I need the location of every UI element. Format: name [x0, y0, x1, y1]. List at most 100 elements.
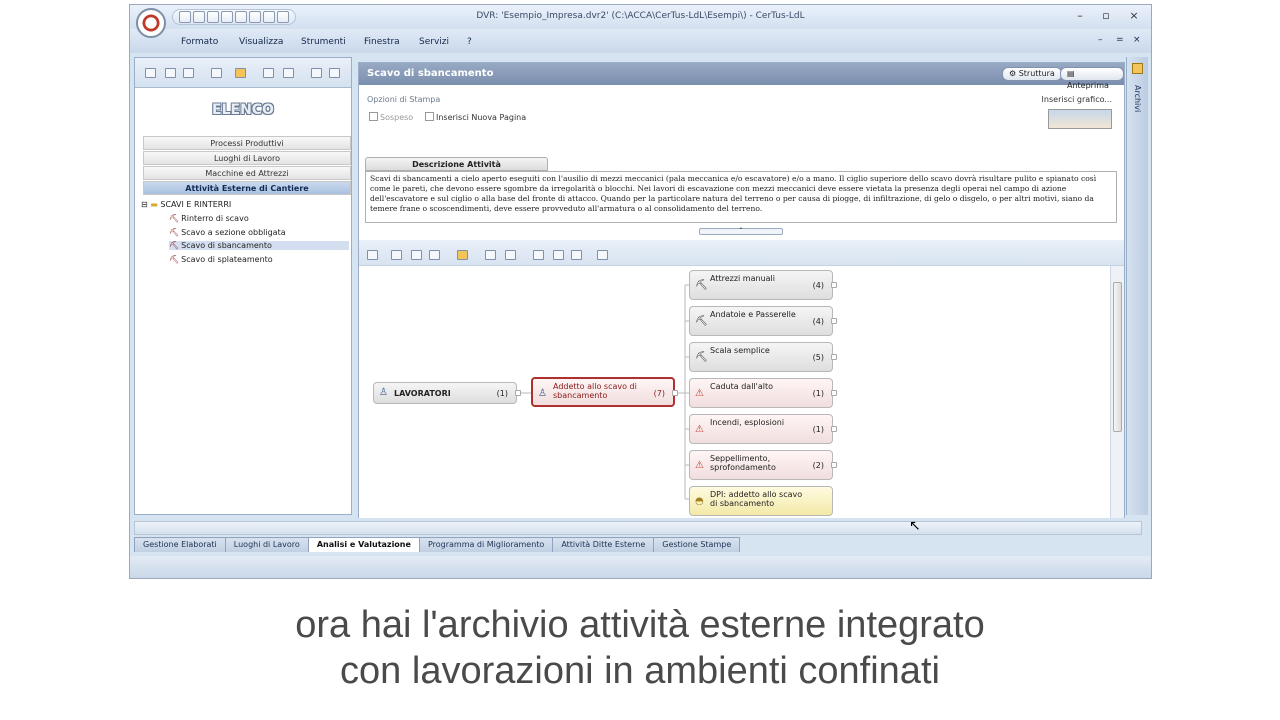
elenco-heading: ELENCO — [212, 102, 274, 118]
close-button[interactable]: × — [1126, 9, 1142, 22]
warning-icon: ⚠ — [695, 424, 704, 435]
anteprima-label: Anteprima — [1067, 81, 1109, 90]
expand-pin[interactable] — [831, 462, 837, 468]
add-node-icon[interactable] — [391, 250, 402, 260]
tree-root[interactable]: ⊟ ▬ SCAVI E RINTERRI — [141, 200, 231, 209]
options-label: Opzioni di Stampa — [367, 95, 441, 104]
node-scala-semplice[interactable]: ⛏ Scala semplice (5) — [689, 342, 837, 372]
tab-analisi-valutazione[interactable]: Analisi e Valutazione — [307, 537, 420, 552]
archivi-strip[interactable]: Archivi — [1126, 57, 1148, 515]
node-caduta-dall-alto[interactable]: ⚠ Caduta dall'alto (1) — [689, 378, 837, 408]
tree-item-scavo-sezione[interactable]: ⛏ Scavo a sezione obbligata — [169, 228, 286, 237]
tools-icon[interactable] — [367, 250, 378, 260]
menu-strumenti[interactable]: Strumenti — [301, 37, 346, 47]
expand-pin[interactable] — [672, 390, 678, 396]
tab-luoghi-di-lavoro[interactable]: Luoghi di Lavoro — [224, 537, 309, 552]
mdi-close-icon[interactable]: × — [1133, 35, 1141, 45]
collapse-icon[interactable] — [553, 250, 564, 260]
move-down-icon[interactable] — [505, 250, 516, 260]
risk-graph: ♙ LAVORATORI (1) ♙ Addetto allo scavo di… — [359, 266, 1111, 518]
nuova-pagina-label: Inserisci Nuova Pagina — [436, 113, 527, 122]
description-textarea[interactable]: Scavi di sbancamenti a cielo aperto eseg… — [365, 171, 1117, 223]
node-attrezzi-manuali[interactable]: ⛏ Attrezzi manuali (4) — [689, 270, 837, 300]
tree-item-scavo-sbancamento[interactable]: ⛏ Scavo di sbancamento — [169, 241, 349, 250]
bottom-tabs: Gestione Elaborati Luoghi di Lavoro Anal… — [134, 537, 741, 553]
graphic-thumbnail[interactable] — [1048, 109, 1112, 129]
delete-icon[interactable] — [183, 68, 194, 78]
tree-item-label: Rinterro di scavo — [181, 214, 249, 223]
node-incendi-esplosioni[interactable]: ⚠ Incendi, esplosioni (1) — [689, 414, 837, 444]
node-lavoratori[interactable]: ♙ LAVORATORI (1) — [373, 382, 521, 404]
expand-pin[interactable] — [515, 390, 521, 396]
application-window: DVR: 'Esempio_Impresa.dvr2' (C:\ACCA\Cer… — [129, 4, 1152, 579]
move-up-icon[interactable] — [263, 68, 274, 78]
mdi-restore-icon[interactable]: = — [1116, 35, 1124, 45]
tab-descrizione-attivita[interactable]: Descrizione Attività — [365, 157, 548, 171]
mdi-minimize-icon[interactable]: – — [1098, 35, 1103, 45]
expand-icon[interactable] — [311, 68, 322, 78]
tab-attivita-ditte-esterne[interactable]: Attività Ditte Esterne — [552, 537, 655, 552]
expand-icon[interactable] — [533, 250, 544, 260]
status-bar — [130, 556, 1151, 578]
sospeso-checkbox[interactable]: Sospeso — [369, 112, 413, 122]
tree-view-icon[interactable] — [571, 250, 582, 260]
expand-pin[interactable] — [831, 426, 837, 432]
bottom-scroll-bar[interactable] — [134, 521, 1142, 535]
move-down-icon[interactable] — [283, 68, 294, 78]
graph-scrollbar[interactable] — [1110, 266, 1124, 518]
anteprima-button[interactable]: ▤ Anteprima — [1060, 67, 1124, 90]
indent-icon[interactable] — [411, 250, 422, 260]
collapse-icon[interactable] — [329, 68, 340, 78]
expand-pin[interactable] — [831, 282, 837, 288]
struttura-button[interactable]: ⚙ Struttura — [1002, 67, 1062, 81]
caption-line-1: ora hai l'archivio attività esterne inte… — [295, 604, 985, 646]
node-label: Attrezzi manuali — [710, 274, 775, 283]
delete-icon[interactable] — [429, 250, 440, 260]
tree-item-label: Scavo di splateamento — [181, 255, 273, 264]
scrollbar-thumb[interactable] — [1113, 282, 1122, 432]
indent-icon[interactable] — [165, 68, 176, 78]
warning-icon: ⚠ — [695, 460, 704, 471]
tab-gestione-stampe[interactable]: Gestione Stampe — [653, 537, 741, 552]
menu-servizi[interactable]: Servizi — [419, 37, 449, 47]
menu-formato[interactable]: Formato — [181, 37, 218, 47]
menu-help[interactable]: ? — [467, 37, 472, 47]
node-count: (4) — [812, 317, 824, 326]
tab-programma-miglioramento[interactable]: Programma di Miglioramento — [418, 537, 554, 552]
tree-item-rinterro[interactable]: ⛏ Rinterro di scavo — [169, 214, 249, 223]
category-processi-produttivi[interactable]: Processi Produttivi — [143, 136, 351, 150]
archivi-label: Archivi — [1133, 85, 1142, 113]
menu-visualizza[interactable]: Visualizza — [239, 37, 283, 47]
archive-icon[interactable] — [235, 68, 246, 78]
splitter-handle[interactable]: ⌃ — [699, 228, 783, 235]
category-luoghi-di-lavoro[interactable]: Luoghi di Lavoro — [143, 151, 351, 165]
minimize-button[interactable]: – — [1072, 9, 1088, 22]
node-andatoie-passerelle[interactable]: ⛏ Andatoie e Passerelle (4) — [689, 306, 837, 336]
node-label: LAVORATORI — [394, 389, 451, 398]
node-label: Scala semplice — [710, 346, 770, 355]
nuova-pagina-checkbox[interactable]: Inserisci Nuova Pagina — [425, 112, 526, 122]
tool-icon: ⛏ — [695, 280, 708, 291]
menu-finestra[interactable]: Finestra — [364, 37, 400, 47]
node-count: (1) — [812, 389, 824, 398]
category-attivita-esterne[interactable]: Attività Esterne di Cantiere — [143, 181, 351, 195]
caption-line-2: con lavorazioni in ambienti confinati — [340, 650, 940, 692]
expand-pin[interactable] — [831, 390, 837, 396]
expand-pin[interactable] — [831, 354, 837, 360]
archive-icon[interactable] — [457, 250, 468, 260]
app-logo-icon[interactable] — [136, 8, 166, 38]
expand-pin[interactable] — [831, 318, 837, 324]
maximize-button[interactable]: ▫ — [1098, 9, 1114, 22]
tab-gestione-elaborati[interactable]: Gestione Elaborati — [134, 537, 226, 552]
node-addetto-sbancamento[interactable]: ♙ Addetto allo scavo di sbancamento (7) — [531, 377, 678, 407]
sospeso-label: Sospeso — [380, 113, 414, 122]
print-icon[interactable] — [597, 250, 608, 260]
collapse-toggle-icon[interactable]: ⊟ — [141, 200, 148, 209]
node-dpi[interactable]: ◓ DPI: addetto allo scavo di sbancamento — [689, 486, 833, 516]
node-seppellimento[interactable]: ⚠ Seppellimento, sprofondamento (2) — [689, 450, 837, 480]
properties-icon[interactable] — [211, 68, 222, 78]
move-up-icon[interactable] — [485, 250, 496, 260]
add-item-icon[interactable] — [145, 68, 156, 78]
category-macchine-ed-attrezzi[interactable]: Macchine ed Attrezzi — [143, 166, 351, 180]
tree-item-scavo-splateamento[interactable]: ⛏ Scavo di splateamento — [169, 255, 273, 264]
